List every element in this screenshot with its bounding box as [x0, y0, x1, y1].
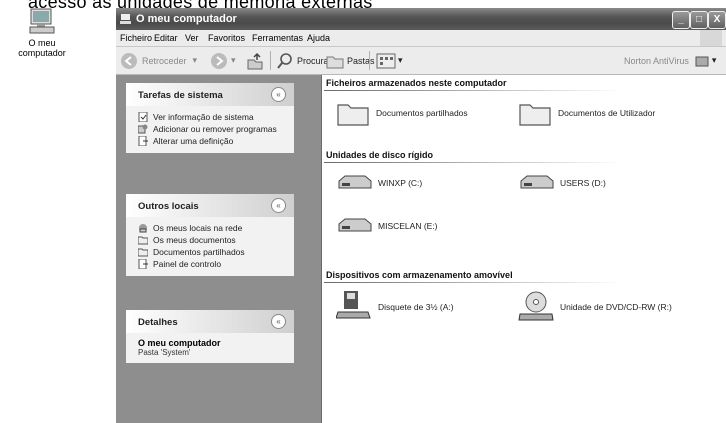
add-remove-icon: [138, 124, 148, 134]
folders-icon: [326, 56, 344, 68]
menu-ficheiro[interactable]: Ficheiro: [120, 33, 152, 43]
desktop-icon-label: O meu computador: [18, 38, 66, 58]
drive-r-dvd[interactable]: Unidade de DVD/CD-RW (R:): [518, 290, 672, 324]
place-my-documents[interactable]: Os meus documentos: [138, 234, 286, 246]
info-page-icon: [138, 112, 148, 122]
up-folder-button[interactable]: [246, 47, 264, 74]
folder-icon: [337, 104, 369, 126]
section-divider: [324, 162, 624, 163]
title-bar[interactable]: O meu computador _ □ X: [116, 8, 726, 30]
section-title-removable: Dispositivos com armazenamento amovível: [326, 270, 513, 280]
details-subtitle: Pasta 'System': [138, 348, 191, 357]
menu-ferramentas[interactable]: Ferramentas: [252, 33, 303, 43]
windows-logo: [700, 30, 722, 46]
task-add-remove-programs[interactable]: Adicionar ou remover programas: [138, 123, 286, 135]
task-change-setting[interactable]: Alterar uma definição: [138, 135, 286, 147]
settings-page-icon: [138, 136, 148, 146]
system-tasks-panel: Tarefas de sistema « Ver informação de s…: [126, 83, 294, 153]
collapse-chevron-icon[interactable]: «: [271, 314, 286, 329]
floppy-drive-icon: [336, 291, 371, 319]
back-button[interactable]: Retroceder ▾: [120, 47, 197, 74]
drive-a-floppy[interactable]: Disquete de 3½ (A:): [336, 290, 454, 324]
search-button[interactable]: Procurar: [276, 47, 332, 74]
collapse-chevron-icon[interactable]: «: [271, 87, 286, 102]
system-tasks-header[interactable]: Tarefas de sistema «: [126, 83, 294, 106]
views-button[interactable]: ▾: [376, 47, 403, 74]
network-places-icon: [139, 224, 147, 233]
folder-shared-documents[interactable]: Documentos partilhados: [336, 99, 468, 127]
folder-user-documents[interactable]: Documentos de Utilizador: [518, 99, 655, 127]
details-panel: Detalhes « O meu computador Pasta 'Syste…: [126, 310, 294, 363]
explorer-window: O meu computador _ □ X Ficheiro Editar V…: [116, 8, 726, 423]
other-places-panel: Outros locais « Os meus locais na rede O…: [126, 194, 294, 276]
folder-icon: [138, 236, 148, 245]
dvd-drive-icon: [518, 291, 554, 321]
up-folder-icon: [247, 52, 263, 69]
toolbar-separator: [369, 51, 370, 70]
folder-icon: [138, 248, 148, 257]
folders-button[interactable]: Pastas: [326, 47, 375, 74]
hard-drive-icon: [520, 175, 554, 189]
drive-c[interactable]: WINXP (C:): [336, 173, 422, 193]
details-name: O meu computador: [138, 338, 221, 348]
section-divider: [324, 282, 624, 283]
drive-d[interactable]: USERS (D:): [518, 173, 606, 193]
folder-icon: [519, 104, 551, 126]
antivirus-button[interactable]: Norton AntiVirus ▾: [624, 47, 716, 74]
toolbar-separator: [270, 51, 271, 70]
close-button[interactable]: X: [708, 11, 726, 29]
forward-arrow-icon: [211, 52, 227, 69]
hard-drive-icon: [338, 175, 372, 189]
place-network[interactable]: Os meus locais na rede: [138, 222, 286, 234]
minimize-button[interactable]: _: [672, 11, 690, 29]
toolbar: Retroceder ▾ ▾ Procurar Pastas ▾ Norton …: [116, 47, 726, 75]
window-title: O meu computador: [136, 13, 237, 25]
task-view-system-info[interactable]: Ver informação de sistema: [138, 111, 286, 123]
menu-ajuda[interactable]: Ajuda: [307, 33, 330, 43]
forward-button[interactable]: ▾: [210, 47, 236, 74]
hard-drive-icon: [338, 218, 372, 232]
maximize-button[interactable]: □: [690, 11, 708, 29]
my-computer-icon: [29, 8, 55, 34]
views-icon: [376, 53, 396, 68]
content-area: Ficheiros armazenados neste computador D…: [322, 75, 726, 423]
desktop-icon-my-computer[interactable]: O meu computador: [6, 8, 78, 58]
place-shared-documents[interactable]: Documentos partilhados: [138, 246, 286, 258]
window-computer-icon: [120, 14, 131, 24]
other-places-header[interactable]: Outros locais «: [126, 194, 294, 217]
search-icon: [277, 52, 292, 69]
back-arrow-icon: [121, 52, 137, 69]
antivirus-icon: [695, 56, 709, 66]
section-title-stored-files: Ficheiros armazenados neste computador: [326, 78, 507, 88]
place-control-panel[interactable]: Painel de controlo: [138, 258, 286, 270]
section-title-hard-drives: Unidades de disco rígido: [326, 150, 434, 160]
control-panel-icon: [138, 259, 148, 269]
menu-editar[interactable]: Editar: [154, 33, 178, 43]
menu-ver[interactable]: Ver: [185, 33, 199, 43]
section-divider: [324, 90, 624, 91]
details-header[interactable]: Detalhes «: [126, 310, 294, 333]
drive-e[interactable]: MISCELAN (E:): [336, 216, 438, 236]
menu-favoritos[interactable]: Favoritos: [208, 33, 245, 43]
task-pane: Tarefas de sistema « Ver informação de s…: [116, 75, 321, 423]
menu-bar: Ficheiro Editar Ver Favoritos Ferramenta…: [116, 30, 726, 47]
collapse-chevron-icon[interactable]: «: [271, 198, 286, 213]
